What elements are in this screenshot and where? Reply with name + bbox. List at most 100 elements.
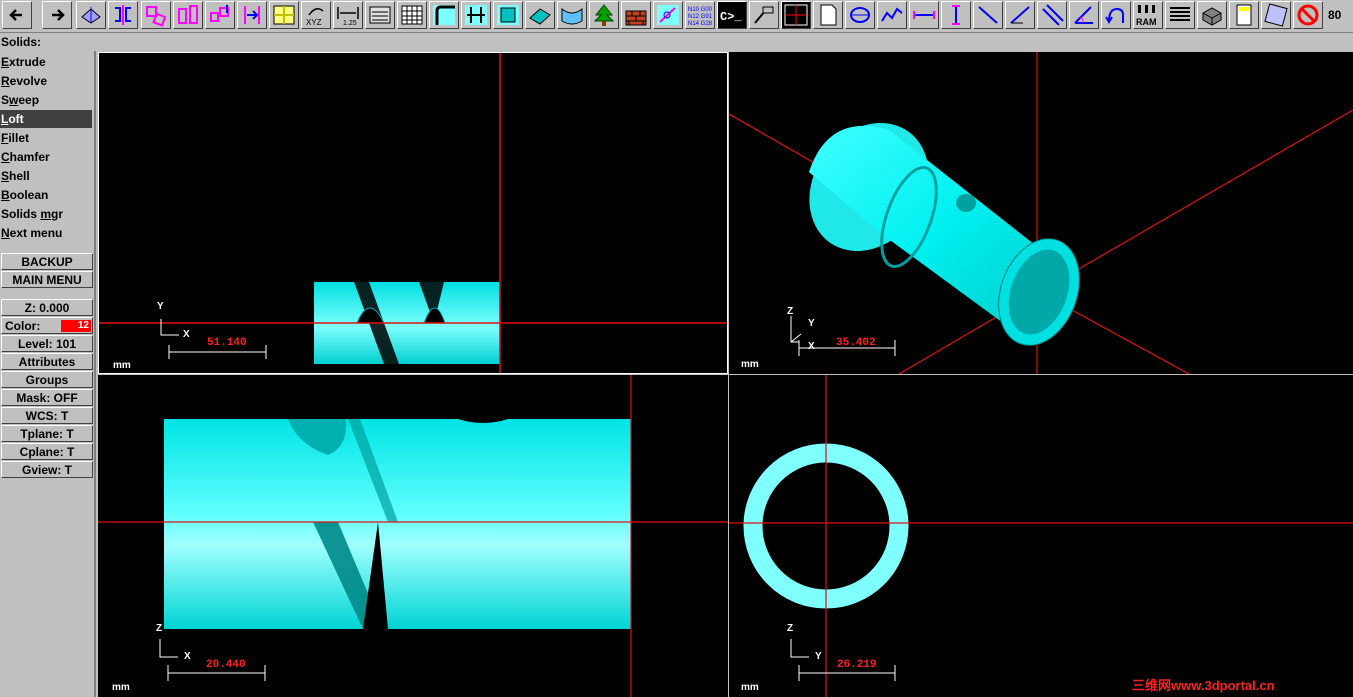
color-button[interactable]: Color: 12 [1,317,93,334]
menu-item-text: Solids [1,207,41,221]
side-view-canvas [729,375,1353,697]
angle-line-icon[interactable] [1005,1,1035,29]
break-icon[interactable] [237,1,267,29]
wcs-button[interactable]: WCS: T [1,407,93,424]
menu-item[interactable]: Extrude [0,53,92,71]
svg-text:RAM: RAM [1136,17,1157,27]
viewport-side[interactable]: Z Y 26.219 mm [729,375,1353,697]
axis-label-horizontal: X [808,341,815,352]
solid-box-icon[interactable] [1197,1,1227,29]
menu-item-text: eep [18,93,40,107]
groups-button[interactable]: Groups [1,371,93,388]
tree-icon[interactable] [589,1,619,29]
menu-item-text: oolean [9,188,49,202]
plot-icon[interactable] [749,1,779,29]
no-icon[interactable] [1293,1,1323,29]
tplane-icon[interactable] [269,1,299,29]
menu-item-hotkey: R [1,74,10,88]
side-menu: Extrude Revolve Sweep Loft Fillet Chamfer Shel… [0,51,96,697]
unit-label: mm [112,682,130,693]
axis-label-horizontal: X [183,329,190,340]
analyze-icon[interactable] [653,1,683,29]
nc-code-icon[interactable]: N10 G00 N12 G91 N14 G28 [685,1,715,29]
file-icon[interactable] [365,1,395,29]
surface-loft-icon[interactable] [557,1,587,29]
svg-text:N10 G00: N10 G00 [688,7,713,13]
axis-label-vertical: Z [156,623,163,634]
menu-item-text: evolve [9,74,48,88]
tplane-button[interactable]: Tplane: T [1,425,93,442]
iso-view-canvas [729,52,1353,374]
menu-item[interactable]: Solids mgr [0,205,92,223]
svg-text:C>_: C>_ [720,10,742,24]
unit-label: mm [741,359,759,370]
menu-item-hotkey: N [1,226,10,240]
menu-item[interactable]: Sweep [0,91,92,109]
fillet-icon[interactable] [429,1,459,29]
gview-icon[interactable] [76,1,106,29]
menu-item[interactable]: Shell [0,167,92,185]
translate-icon[interactable] [141,1,171,29]
right-arrow-icon[interactable] [42,1,72,29]
dim-icon[interactable]: 1.25 [333,1,363,29]
menu-item-text: gr [51,207,64,221]
svg-text:N12 G91: N12 G91 [688,14,713,20]
command-icon[interactable]: C>_ [717,1,747,29]
menu-item-text: S [1,93,10,107]
polar-icon[interactable] [1069,1,1099,29]
color-swatch: 12 [61,320,91,332]
vertical-line-icon[interactable] [941,1,971,29]
unit-label: mm [741,682,759,693]
parallel-line-icon[interactable] [1037,1,1067,29]
menu-item[interactable]: Loft [0,110,92,128]
scale-icon[interactable] [205,1,235,29]
surface-icon[interactable] [493,1,523,29]
main-menu-button[interactable]: MAIN MENU [1,271,93,288]
svg-text:XYZ: XYZ [306,18,322,27]
wall-icon[interactable] [621,1,651,29]
menu-item-text: illet [8,131,30,145]
menu-item[interactable]: Boolean [0,186,92,204]
viewport-isometric[interactable]: Z Y X 35.402 mm [729,52,1353,374]
mirror-icon[interactable] [108,1,138,29]
axis-label-vertical: Z [787,306,794,317]
menu-item-text: xtrude [9,55,46,69]
spline-icon[interactable] [877,1,907,29]
cplane-button[interactable]: Cplane: T [1,443,93,460]
erase-icon[interactable] [1261,1,1291,29]
trim-icon[interactable] [461,1,491,29]
front-view-canvas [98,375,728,697]
grid-icon[interactable] [397,1,427,29]
axis-label-depth: Y [808,318,815,329]
toolbar-page-count: 80 [1328,8,1342,22]
color-label: Color: [5,319,41,333]
circle-icon[interactable] [845,1,875,29]
left-arrow-icon[interactable] [2,1,32,29]
menu-item[interactable]: Revolve [0,72,92,90]
gview-button[interactable]: Gview: T [1,461,93,478]
menu-item[interactable]: Fillet [0,129,92,147]
calculator-icon[interactable] [1229,1,1259,29]
attributes-button[interactable]: Attributes [1,353,93,370]
mask-button[interactable]: Mask: OFF [1,389,93,406]
backup-button[interactable]: BACKUP [1,253,93,270]
menu-item[interactable]: Next menu [0,224,92,242]
menu-item[interactable]: Chamfer [0,148,92,166]
menu-item-hotkey: E [1,55,10,69]
xyz-icon[interactable]: XYZ [301,1,331,29]
horizontal-line-icon[interactable] [909,1,939,29]
level-button[interactable]: Level: 101 [1,335,93,352]
surface-flat-icon[interactable] [525,1,555,29]
windows-icon[interactable] [781,1,811,29]
scale-value: 20.440 [206,659,246,671]
menu-item-hotkey: C [1,150,10,164]
print-icon[interactable] [1165,1,1195,29]
new-icon[interactable] [813,1,843,29]
viewport-top[interactable]: Y X 51.140 mm [98,52,728,374]
diagonal-line-icon[interactable] [973,1,1003,29]
undo-icon[interactable] [1101,1,1131,29]
ram-icon[interactable]: RAM [1133,1,1163,29]
viewport-front[interactable]: Z X 20.440 mm [98,375,728,697]
rotate-icon[interactable] [173,1,203,29]
z-depth-button[interactable]: Z: 0.000 [1,299,93,316]
